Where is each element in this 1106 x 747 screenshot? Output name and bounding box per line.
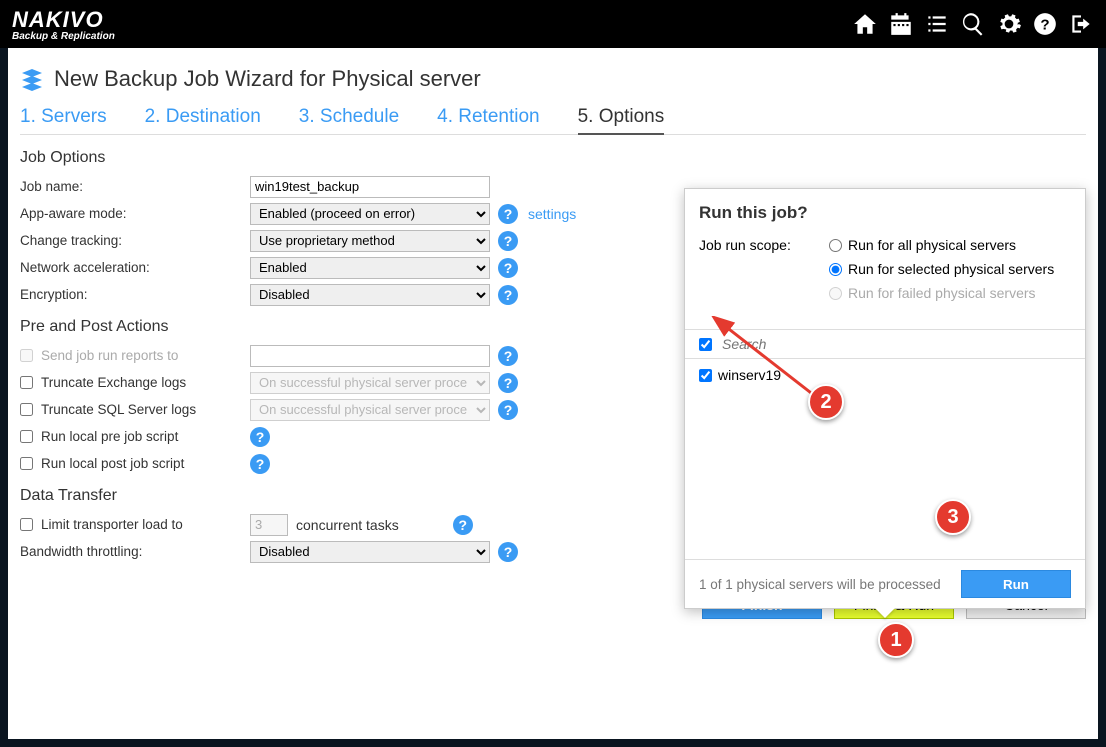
net-accel-select[interactable]: Enabled [250,257,490,279]
limit-transporter-checkbox[interactable] [20,518,33,531]
brand-name: NAKIVO [12,7,115,33]
annotation-2: 2 [808,384,844,420]
help-icon[interactable]: ? [498,346,518,366]
help-icon[interactable]: ? [498,204,518,224]
exchange-condition-select: On successful physical server proce [250,372,490,394]
radio-all[interactable]: Run for all physical servers [829,237,1054,253]
radio-failed: Run for failed physical servers [829,285,1054,301]
send-reports-input [250,345,490,367]
help-icon[interactable]: ? [250,427,270,447]
label-bandwidth: Bandwidth throttling: [20,544,250,559]
sql-condition-select: On successful physical server proce [250,399,490,421]
truncate-exchange-checkbox[interactable] [20,376,33,389]
popup-arrow-icon [875,608,895,618]
label-pre-script: Run local pre job script [20,429,250,444]
radio-selected[interactable]: Run for selected physical servers [829,261,1054,277]
wizard-steps: 1. Servers 2. Destination 3. Schedule 4.… [20,102,1086,135]
label-change-tracking: Change tracking: [20,233,250,248]
top-bar: NAKIVO Backup & Replication ? [0,0,1106,48]
post-script-checkbox[interactable] [20,457,33,470]
help-icon[interactable]: ? [498,258,518,278]
label-post-script: Run local post job script [20,456,250,471]
help-icon[interactable]: ? [498,231,518,251]
home-icon[interactable] [852,11,878,37]
label-app-aware: App-aware mode: [20,206,250,221]
label-net-accel: Network acceleration: [20,260,250,275]
label-truncate-exchange: Truncate Exchange logs [20,375,250,390]
send-reports-checkbox [20,349,33,362]
job-name-input[interactable] [250,176,490,198]
label-send-reports: Send job run reports to [20,348,250,363]
top-toolbar: ? [852,11,1094,37]
section-job-options: Job Options [20,149,1086,167]
help-icon[interactable]: ? [250,454,270,474]
status-text: 1 of 1 physical servers will be processe… [699,577,941,592]
wizard-title: New Backup Job Wizard for Physical serve… [54,66,481,92]
encryption-select[interactable]: Disabled [250,284,490,306]
svg-text:?: ? [1040,16,1049,33]
help-icon[interactable]: ? [498,542,518,562]
step-options[interactable]: 5. Options [578,106,665,135]
app-aware-select[interactable]: Enabled (proceed on error) [250,203,490,225]
wizard-header: New Backup Job Wizard for Physical serve… [20,60,1086,102]
popup-title: Run this job? [699,203,1071,223]
truncate-sql-checkbox[interactable] [20,403,33,416]
annotation-3: 3 [935,499,971,535]
settings-link[interactable]: settings [528,206,576,222]
concurrent-spinner [250,514,288,536]
step-servers[interactable]: 1. Servers [20,106,107,128]
help-icon[interactable]: ? [498,400,518,420]
stack-icon [20,67,44,91]
pre-script-checkbox[interactable] [20,430,33,443]
label-job-name: Job name: [20,179,250,194]
brand-subtitle: Backup & Replication [12,31,115,42]
annotation-1: 1 [878,622,914,658]
calendar-icon[interactable] [888,11,914,37]
help-icon[interactable]: ? [498,373,518,393]
list-icon[interactable] [924,11,950,37]
popup-footer: 1 of 1 physical servers will be processe… [685,559,1085,608]
scope-radios: Run for all physical servers Run for sel… [829,237,1054,301]
concurrent-suffix: concurrent tasks [296,517,399,533]
step-schedule[interactable]: 3. Schedule [299,106,399,128]
help-icon[interactable]: ? [498,285,518,305]
step-retention[interactable]: 4. Retention [437,106,539,128]
help-icon[interactable]: ? [1032,11,1058,37]
logout-icon[interactable] [1068,11,1094,37]
label-limit-transporter: Limit transporter load to [20,517,250,532]
run-button[interactable]: Run [961,570,1071,598]
step-destination[interactable]: 2. Destination [145,106,261,128]
label-truncate-sql: Truncate SQL Server logs [20,402,250,417]
scope-label: Job run scope: [699,237,829,301]
gear-icon[interactable] [996,11,1022,37]
main-panel: New Backup Job Wizard for Physical serve… [8,48,1098,739]
help-icon[interactable]: ? [453,515,473,535]
label-encryption: Encryption: [20,287,250,302]
brand-logo: NAKIVO Backup & Replication [12,7,115,42]
bandwidth-select[interactable]: Disabled [250,541,490,563]
change-tracking-select[interactable]: Use proprietary method [250,230,490,252]
search-icon[interactable] [960,11,986,37]
